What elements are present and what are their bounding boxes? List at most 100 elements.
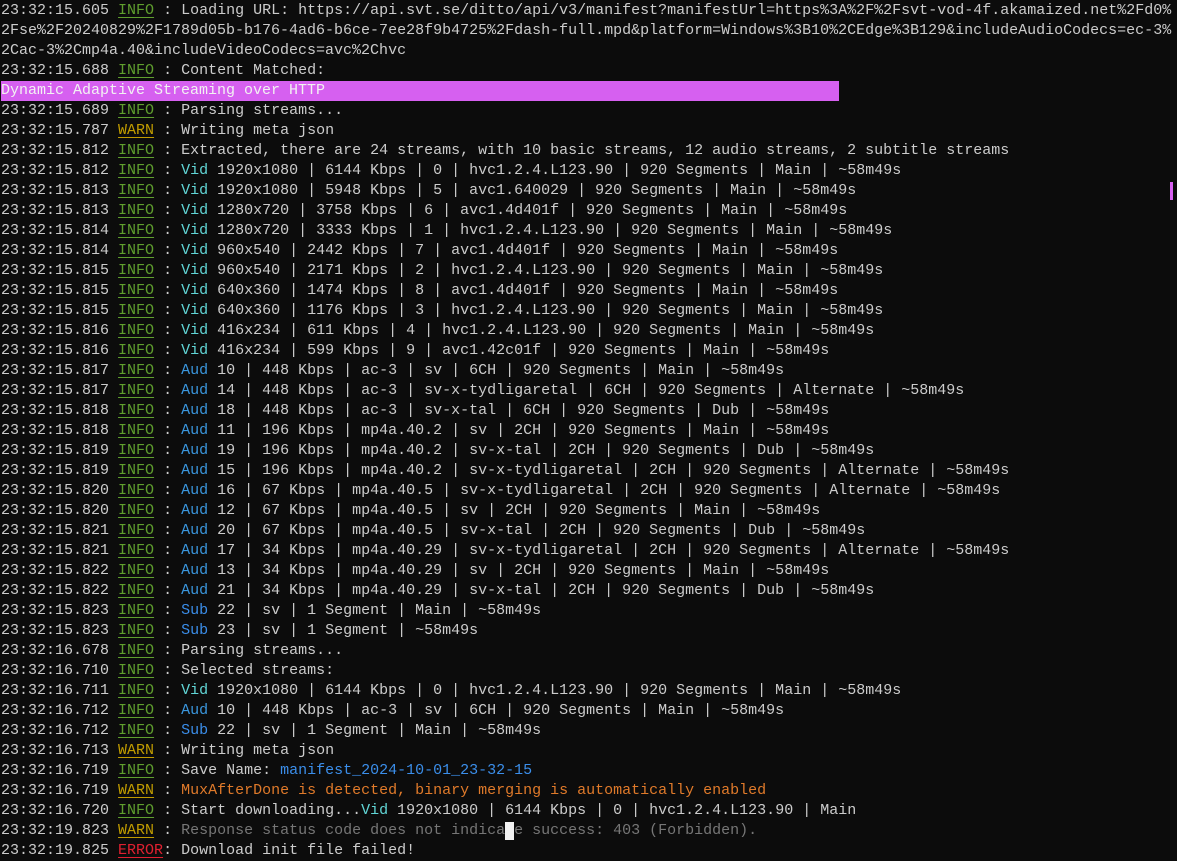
stream-type-audio: Aud xyxy=(181,482,209,499)
log-line: 23:32:15.821 INFO : Aud 17 | 34 Kbps | m… xyxy=(1,541,1172,561)
log-message: : xyxy=(154,482,182,499)
highlighted-text: Dynamic Adaptive Streaming over HTTP xyxy=(1,81,839,101)
timestamp: 23:32:15.814 xyxy=(1,222,110,239)
log-level-info: INFO xyxy=(118,642,155,659)
log-message: : xyxy=(154,462,182,479)
log-line: 23:32:15.818 INFO : Aud 11 | 196 Kbps | … xyxy=(1,421,1172,441)
log-message: : xyxy=(154,282,182,299)
log-line: 23:32:15.787 WARN : Writing meta json xyxy=(1,121,1172,141)
timestamp: 23:32:15.812 xyxy=(1,142,110,159)
log-level-warn: WARN xyxy=(118,782,155,799)
timestamp: 23:32:15.605 xyxy=(1,2,110,19)
log-message: 18 | 448 Kbps | ac-3 | sv-x-tal | 6CH | … xyxy=(208,402,830,419)
log-line: 23:32:16.710 INFO : Selected streams: xyxy=(1,661,1172,681)
stream-type-video: Vid xyxy=(181,202,209,219)
log-message: : Start downloading... xyxy=(154,802,362,819)
log-line: 23:32:15.689 INFO : Parsing streams... xyxy=(1,101,1172,121)
stream-type-audio: Aud xyxy=(181,422,209,439)
log-message: 14 | 448 Kbps | ac-3 | sv-x-tydligaretal… xyxy=(208,382,965,399)
log-level-info: INFO xyxy=(118,622,155,639)
log-level-info: INFO xyxy=(118,682,155,699)
timestamp: 23:32:16.713 xyxy=(1,742,110,759)
log-message: : Writing meta json xyxy=(154,122,335,139)
log-message: Response status code does not indicate s… xyxy=(181,822,758,839)
stream-type-video: Vid xyxy=(181,322,209,339)
log-line: 23:32:15.820 INFO : Aud 12 | 67 Kbps | m… xyxy=(1,501,1172,521)
log-message: : xyxy=(154,182,182,199)
log-message: 12 | 67 Kbps | mp4a.40.5 | sv | 2CH | 92… xyxy=(208,502,821,519)
stream-type-video: Vid xyxy=(181,302,209,319)
log-level-info: INFO xyxy=(118,142,155,159)
log-level-info: INFO xyxy=(118,802,155,819)
log-message: : xyxy=(154,722,182,739)
timestamp: 23:32:15.821 xyxy=(1,522,110,539)
log-level-info: INFO xyxy=(118,342,155,359)
log-message: 1920x1080 | 5948 Kbps | 5 | avc1.640029 … xyxy=(208,182,857,199)
log-level-info: INFO xyxy=(118,182,155,199)
timestamp: 23:32:16.720 xyxy=(1,802,110,819)
log-level-info: INFO xyxy=(118,262,155,279)
log-message: : Parsing streams... xyxy=(154,642,344,659)
log-message: : xyxy=(154,262,182,279)
timestamp: 23:32:15.816 xyxy=(1,342,110,359)
timestamp: 23:32:16.678 xyxy=(1,642,110,659)
log-level-info: INFO xyxy=(118,222,155,239)
timestamp: 23:32:15.823 xyxy=(1,622,110,639)
log-level-info: INFO xyxy=(118,722,155,739)
timestamp: 23:32:15.815 xyxy=(1,262,110,279)
log-line: 23:32:15.688 INFO : Content Matched: Dyn… xyxy=(1,61,1172,101)
timestamp: 23:32:16.710 xyxy=(1,662,110,679)
log-message: 10 | 448 Kbps | ac-3 | sv | 6CH | 920 Se… xyxy=(208,702,785,719)
log-level-info: INFO xyxy=(118,362,155,379)
stream-type-audio: Aud xyxy=(181,542,209,559)
log-message: MuxAfterDone is detected, binary merging… xyxy=(181,782,767,799)
log-level-info: INFO xyxy=(118,522,155,539)
timestamp: 23:32:15.823 xyxy=(1,602,110,619)
stream-type-video: Vid xyxy=(181,682,209,699)
log-level-info: INFO xyxy=(118,462,155,479)
log-level-info: INFO xyxy=(118,602,155,619)
timestamp: 23:32:16.711 xyxy=(1,682,110,699)
timestamp: 23:32:19.823 xyxy=(1,822,110,839)
stream-type-video: Vid xyxy=(181,262,209,279)
stream-type-subtitle: Sub xyxy=(181,602,209,619)
stream-type-video: Vid xyxy=(181,182,209,199)
log-level-info: INFO xyxy=(118,442,155,459)
log-message: : Selected streams: xyxy=(154,662,335,679)
timestamp: 23:32:15.819 xyxy=(1,462,110,479)
log-line: 23:32:15.815 INFO : Vid 640x360 | 1176 K… xyxy=(1,301,1172,321)
log-message: : xyxy=(154,682,182,699)
log-message: 960x540 | 2171 Kbps | 2 | hvc1.2.4.L123.… xyxy=(208,262,884,279)
log-level-info: INFO xyxy=(118,542,155,559)
log-message: manifest_2024-10-01_23-32-15 xyxy=(280,762,533,779)
stream-type-audio: Aud xyxy=(181,402,209,419)
log-line: 23:32:15.605 INFO : Loading URL: https:/… xyxy=(1,1,1172,61)
log-message: 416x234 | 611 Kbps | 4 | hvc1.2.4.L123.9… xyxy=(208,322,875,339)
log-message: 1280x720 | 3758 Kbps | 6 | avc1.4d401f |… xyxy=(208,202,848,219)
log-message: : xyxy=(154,822,182,839)
log-message: 22 | sv | 1 Segment | Main | ~58m49s xyxy=(208,602,542,619)
log-level-info: INFO xyxy=(118,662,155,679)
log-level-info: INFO xyxy=(118,422,155,439)
log-line: 23:32:16.711 INFO : Vid 1920x1080 | 6144… xyxy=(1,681,1172,701)
log-level-warn: WARN xyxy=(118,742,155,759)
terminal-output[interactable]: 23:32:15.605 INFO : Loading URL: https:/… xyxy=(1,1,1172,861)
log-message: 416x234 | 599 Kbps | 9 | avc1.42c01f | 9… xyxy=(208,342,830,359)
log-message: : xyxy=(154,382,182,399)
log-message: : xyxy=(154,442,182,459)
log-level-info: INFO xyxy=(118,62,155,79)
log-message: : xyxy=(154,702,182,719)
log-line: 23:32:15.813 INFO : Vid 1920x1080 | 5948… xyxy=(1,181,1172,201)
log-message: : xyxy=(154,342,182,359)
log-line: 23:32:16.678 INFO : Parsing streams... xyxy=(1,641,1172,661)
log-message: 16 | 67 Kbps | mp4a.40.5 | sv-x-tydligar… xyxy=(208,482,1001,499)
log-message: : xyxy=(154,542,182,559)
timestamp: 23:32:16.719 xyxy=(1,762,110,779)
log-line: 23:32:16.713 WARN : Writing meta json xyxy=(1,741,1172,761)
timestamp: 23:32:16.712 xyxy=(1,702,110,719)
stream-type-audio: Aud xyxy=(181,442,209,459)
timestamp: 23:32:15.812 xyxy=(1,162,110,179)
timestamp: 23:32:15.822 xyxy=(1,562,110,579)
timestamp: 23:32:15.818 xyxy=(1,422,110,439)
log-level-info: INFO xyxy=(118,382,155,399)
